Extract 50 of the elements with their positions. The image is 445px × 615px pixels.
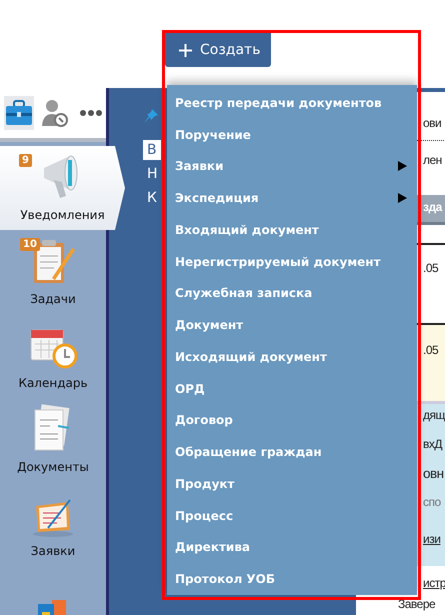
menu-item[interactable]: Процесс <box>167 500 417 532</box>
menu-item[interactable]: Реестр передачи документов <box>167 87 417 119</box>
menu-item[interactable]: Документ <box>167 309 417 341</box>
menu-item[interactable]: Протокол УОБ <box>167 563 417 595</box>
content-text: дящ <box>423 408 445 422</box>
submenu-arrow-icon <box>398 193 407 204</box>
content-text: Завере <box>398 597 436 611</box>
more-icon <box>80 110 102 116</box>
content-text: истр <box>423 576 445 590</box>
toolbar-button[interactable] <box>4 96 34 130</box>
menu-item[interactable]: Поручение <box>167 118 417 150</box>
menu-item[interactable]: Продукт <box>167 468 417 500</box>
content-text: изи <box>423 532 440 546</box>
sidebar-label: Документы <box>17 460 89 474</box>
sidebar-label: Задачи <box>30 292 76 306</box>
panel-item[interactable]: К <box>143 188 161 208</box>
sidebar-item[interactable]: Календарь <box>0 314 106 398</box>
sidebar-item[interactable]: 10 Задачи <box>0 230 106 314</box>
sidebar-item[interactable]: 9 Уведомления <box>0 146 125 230</box>
sidebar-item[interactable]: Заявки <box>0 482 106 566</box>
menu-item[interactable]: Обращение граждан <box>167 436 417 468</box>
sidebar-label: Уведомления <box>20 208 105 222</box>
menu-item[interactable]: Директива <box>167 532 417 564</box>
plus-icon <box>179 44 192 56</box>
menu-item[interactable]: Экспедиция <box>167 182 417 214</box>
menu-item[interactable]: Договор <box>167 404 417 436</box>
content-text: .05 <box>423 261 438 275</box>
sidebar-label: Календарь <box>18 376 88 390</box>
count-badge: 9 <box>19 154 32 167</box>
briefcase-icon <box>5 100 33 126</box>
content-text: лен <box>423 153 442 167</box>
menu-item[interactable]: Входящий документ <box>167 214 417 246</box>
content-text: .05 <box>423 343 438 357</box>
menu-item[interactable]: Исходящий документ <box>167 341 417 373</box>
sidebar-label: Заявки <box>30 544 76 558</box>
content-text: ови <box>423 116 442 130</box>
content-text: зда <box>423 200 442 214</box>
submenu-arrow-icon <box>398 161 407 172</box>
panel-item[interactable]: Н <box>143 164 161 184</box>
create-button[interactable]: Создать <box>165 33 271 67</box>
count-badge: 10 <box>20 238 40 251</box>
menu-item[interactable]: Служебная записка <box>167 278 417 310</box>
menu-item[interactable]: Заявки <box>167 150 417 182</box>
panel-item[interactable]: В <box>143 140 161 160</box>
content-text: вхД <box>423 437 442 451</box>
menu-item[interactable]: Нерегистрируемый документ <box>167 246 417 278</box>
content-text: овн <box>423 466 444 481</box>
sidebar-item[interactable]: Документы <box>0 398 106 482</box>
menu-item[interactable]: ОРД <box>167 372 417 404</box>
content-text: спо <box>423 495 441 509</box>
